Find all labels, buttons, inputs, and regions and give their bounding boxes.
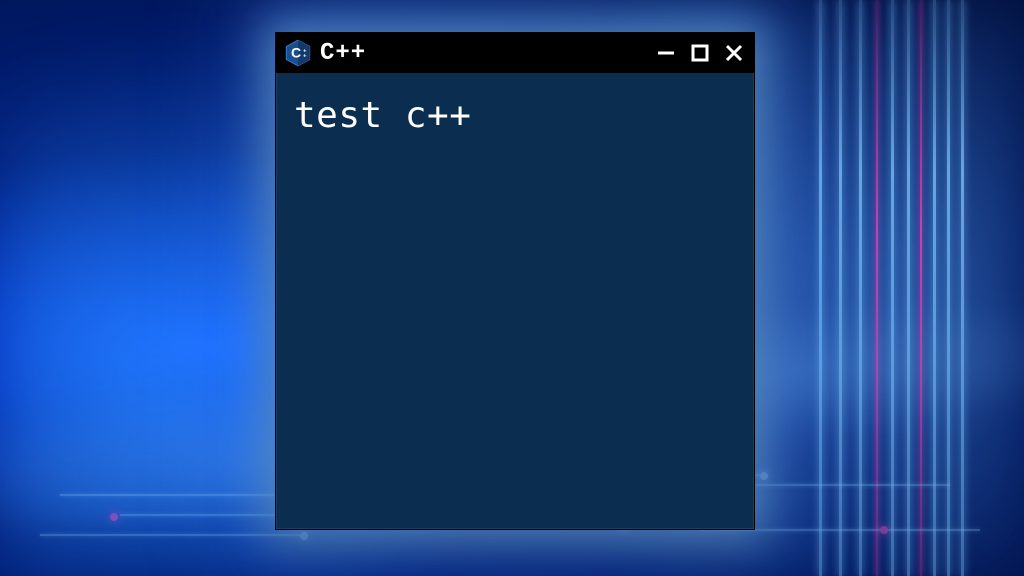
app-window: C + + C++ [275,32,755,530]
minimize-button[interactable] [656,43,676,63]
titlebar[interactable]: C + + C++ [276,33,754,73]
console-output: test c++ [294,95,736,136]
console-area[interactable]: test c++ [276,73,754,158]
close-button[interactable] [724,43,744,63]
cpp-hex-icon: C + + [284,39,312,67]
window-controls [656,43,744,63]
svg-text:C: C [291,44,301,60]
window-title: C++ [320,40,366,67]
maximize-button[interactable] [690,43,710,63]
